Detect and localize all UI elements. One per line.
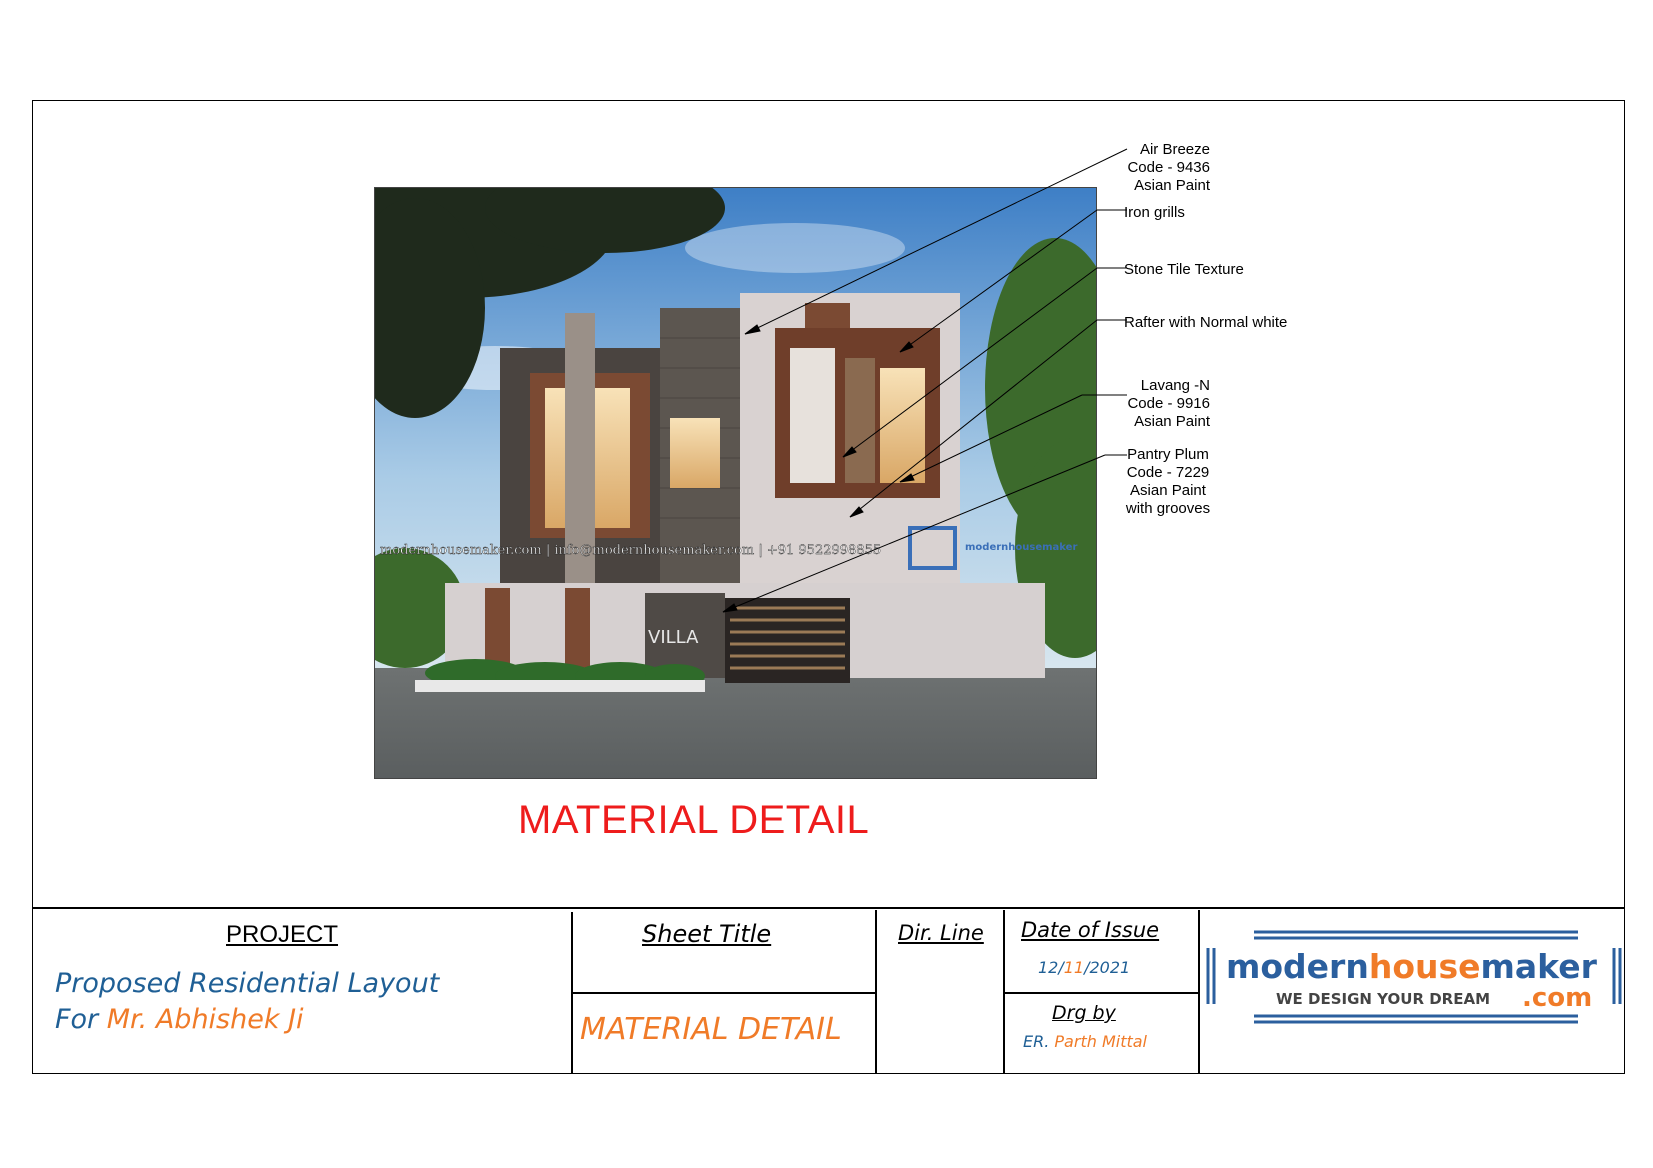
title-block-top-border	[32, 907, 1625, 909]
callout-rafter: Rafter with Normal white	[1124, 314, 1288, 331]
drawn-by-value: ER. Parth Mittal	[1023, 1032, 1147, 1051]
drawn-by-label: Drg by	[1052, 1002, 1116, 1024]
project-name-line2: For Mr. Abhishek Ji	[55, 1004, 304, 1035]
project-name-line1: Proposed Residential Layout	[55, 968, 440, 999]
divider	[572, 992, 875, 994]
callout-pantry-plum: Pantry Plum Code - 7229 Asian Paint with gr…	[1125, 446, 1211, 517]
callout-iron-grills: Iron grills	[1124, 204, 1185, 221]
divider	[1198, 910, 1200, 1073]
divider	[1004, 992, 1198, 994]
svg-text:modernhousemaker: modernhousemaker	[1226, 947, 1598, 986]
logo-suffix: .com	[1522, 983, 1592, 1013]
dir-line-label: Dir. Line	[898, 921, 984, 945]
sheet-title-label: Sheet Title	[642, 920, 772, 948]
divider	[875, 910, 877, 1073]
callout-lavang: Lavang -N Code - 9916 Asian Paint	[1127, 377, 1210, 430]
date-of-issue-label: Date of Issue	[1021, 918, 1160, 942]
callout-air-breeze: Air Breeze Code - 9436 Asian Paint	[1127, 141, 1210, 194]
sheet-title-value: MATERIAL DETAIL	[580, 1012, 842, 1047]
company-logo: modernhousemaker WE DESIGN YOUR DREAM .c…	[1206, 928, 1626, 1024]
callout-stone-tile: Stone Tile Texture	[1124, 261, 1244, 278]
logo-tagline: WE DESIGN YOUR DREAM	[1276, 990, 1490, 1008]
date-of-issue-value: 12/11/2021	[1038, 958, 1131, 977]
project-label: PROJECT	[226, 921, 339, 948]
main-title: MATERIAL DETAIL	[518, 798, 870, 842]
